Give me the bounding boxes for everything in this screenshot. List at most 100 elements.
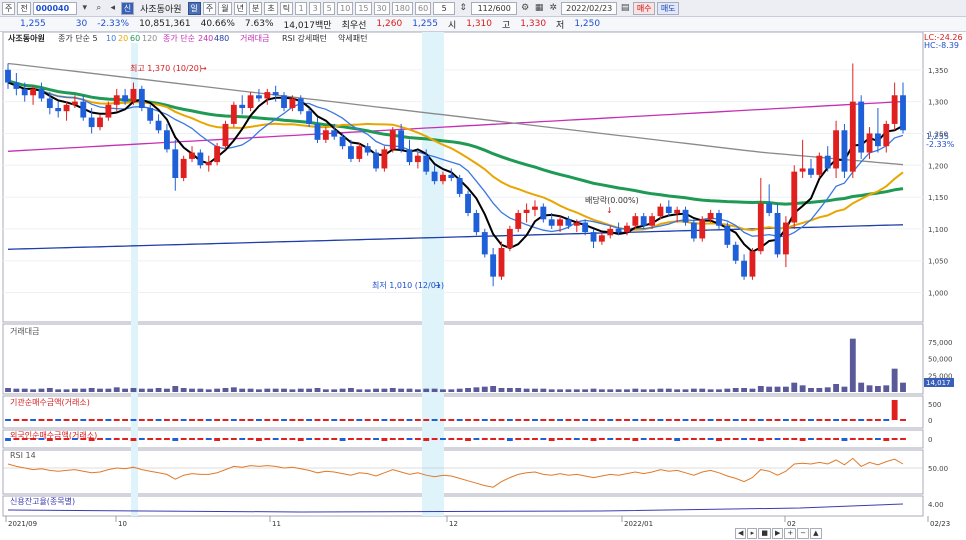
inst-bar: [197, 419, 204, 421]
buy-button[interactable]: 매수: [633, 1, 656, 15]
candle-body: [665, 206, 672, 213]
inst-bar: [490, 419, 497, 421]
nav-first-button[interactable]: ◀: [735, 528, 747, 539]
period-tick-button[interactable]: 틱: [279, 1, 294, 15]
inst-bar: [38, 419, 45, 421]
scroll-up-button[interactable]: ▲: [810, 528, 822, 539]
period-minute-button[interactable]: 분: [249, 1, 263, 15]
credit-badge: 신: [120, 1, 135, 15]
minute-180-button[interactable]: 180: [391, 1, 413, 15]
minute-15-button[interactable]: 15: [355, 1, 372, 15]
inst-bar: [230, 419, 237, 421]
foreign-bar: [808, 438, 814, 440]
period-day-button[interactable]: 일: [187, 1, 201, 15]
volume-bar: [21, 388, 28, 392]
candle-body: [849, 101, 856, 172]
foreign-bar: [138, 438, 145, 440]
inst-bar: [465, 419, 471, 421]
inst-bar: [281, 419, 287, 421]
inst-bar: [657, 419, 664, 421]
volume-bar: [665, 388, 672, 392]
minute-10-button[interactable]: 10: [337, 1, 354, 15]
period-month-button[interactable]: 월: [218, 1, 232, 15]
grid-icon[interactable]: ▦: [533, 2, 545, 15]
period-week-button[interactable]: 주: [202, 1, 217, 15]
inst-bar: [239, 419, 246, 421]
volume-bar: [782, 386, 789, 392]
inst-bar: [138, 419, 145, 421]
minute-5-button[interactable]: 5: [323, 1, 336, 15]
candle-body: [314, 123, 321, 140]
date-input[interactable]: 2022/02/23: [561, 1, 618, 15]
stock-chart[interactable]: 사조동아원 종가 단순 5 10 20 60 120 종가 단순 240 480…: [0, 31, 966, 540]
calendar-icon[interactable]: ▤: [619, 2, 631, 15]
candle-body: [582, 222, 589, 233]
volume-bar: [841, 386, 848, 392]
candle-body: [30, 88, 37, 96]
volume-bar: [389, 388, 396, 392]
inst-bar: [607, 419, 614, 421]
legend-ma2: 종가 단순: [163, 33, 195, 43]
search-icon[interactable]: ⌕: [93, 2, 105, 15]
inst-bar: [414, 419, 421, 421]
volume-bar: [724, 388, 731, 392]
dropdown-icon[interactable]: ▾: [79, 2, 91, 15]
foreign-bar: [607, 438, 614, 440]
inst-bar: [130, 419, 137, 421]
prev-icon[interactable]: ◂: [107, 2, 119, 15]
volume-bar: [130, 388, 137, 392]
price-tick-label: 1,100: [928, 226, 948, 234]
price-panel: [2, 31, 924, 323]
sell-button[interactable]: 매도: [657, 1, 680, 15]
volume-bar: [707, 389, 714, 392]
quote-bar: 1,255 30 -2.33% 10,851,361 40.66% 7.63% …: [0, 17, 966, 32]
candle-body: [632, 216, 639, 226]
foreign-bar: [590, 438, 597, 441]
volume-bar: [373, 388, 379, 392]
jeon-button[interactable]: 전: [17, 1, 31, 15]
nav-prev-button[interactable]: ▸: [747, 528, 758, 539]
count-input[interactable]: 112/600: [471, 1, 518, 15]
foreign-bar: [130, 438, 137, 441]
chart-area[interactable]: 사조동아원 종가 단순 5 10 20 60 120 종가 단순 240 480…: [0, 31, 966, 540]
candle-body: [322, 130, 329, 140]
settings-icon[interactable]: ⚙: [519, 2, 531, 15]
candle-body: [13, 82, 20, 89]
price-tick-label: 1,050: [928, 258, 948, 266]
foreign-bar: [833, 438, 840, 440]
inst-bar: [582, 419, 589, 421]
candle-body: [306, 111, 313, 124]
foreign-bar: [172, 438, 179, 441]
zoom-out-button[interactable]: −: [797, 528, 810, 539]
best-bid: 1,255: [412, 19, 438, 29]
inst-bar: [172, 419, 179, 421]
period-second-button[interactable]: 초: [264, 1, 278, 15]
foreign-bar: [523, 438, 530, 440]
zoom-in-button[interactable]: +: [784, 528, 797, 539]
volume-bar: [431, 388, 438, 392]
minute-3-button[interactable]: 3: [309, 1, 322, 15]
step-icon[interactable]: ⇕: [457, 2, 469, 15]
inst-bar: [665, 419, 672, 421]
inst-bar: [481, 419, 488, 421]
gear-icon[interactable]: ✲: [547, 2, 559, 15]
foreign-bar: [113, 438, 120, 440]
nav-next-button[interactable]: ▶: [772, 528, 784, 539]
volume-bar: [381, 388, 388, 392]
foreign-bar: [297, 438, 304, 441]
minute-30-button[interactable]: 30: [373, 1, 390, 15]
menu-button[interactable]: 주: [2, 1, 16, 15]
foreign-bar: [532, 438, 538, 440]
candle-body: [473, 213, 480, 233]
interval-select[interactable]: 5: [433, 1, 456, 15]
foreign-bar: [548, 438, 555, 441]
period-year-button[interactable]: 년: [233, 1, 248, 15]
stock-code-input[interactable]: 000040: [32, 1, 77, 15]
minute-1-button[interactable]: 1: [295, 1, 308, 15]
minute-60-button[interactable]: 60: [415, 1, 432, 15]
volume-bar: [138, 388, 145, 392]
nav-stop-button[interactable]: ■: [758, 528, 772, 539]
volume-bar: [55, 389, 62, 392]
inst-bar: [891, 400, 898, 420]
inst-bar: [440, 419, 446, 421]
